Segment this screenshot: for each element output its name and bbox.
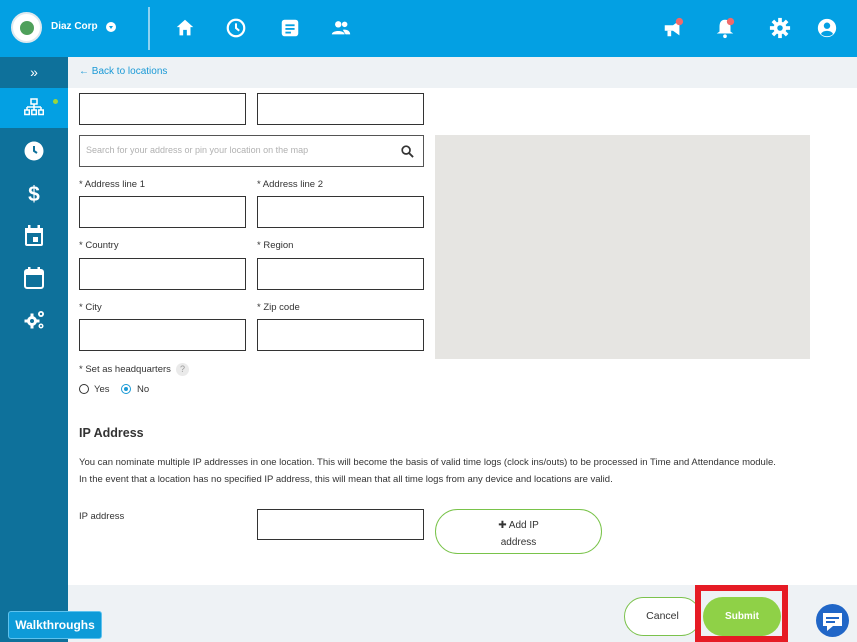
calendar-icon [25, 225, 43, 246]
document-icon[interactable] [279, 17, 301, 39]
clock-icon [24, 141, 44, 161]
country-label: * Country [79, 240, 119, 251]
add-ip-label-line-1: ✚ Add IP [498, 520, 539, 531]
location-form: Search for your address or pin your loca… [68, 88, 857, 585]
address-line-2-field[interactable] [257, 196, 424, 228]
no-label: No [137, 384, 150, 395]
address-search-input[interactable]: Search for your address or pin your loca… [79, 135, 424, 167]
headquarters-yes-radio[interactable] [79, 384, 89, 394]
city-field[interactable] [79, 319, 246, 351]
city-label: * City [79, 302, 102, 313]
back-to-locations-link[interactable]: ← Back to locations [79, 66, 167, 77]
ip-address-heading: IP Address [79, 426, 144, 440]
zip-code-field[interactable] [257, 319, 424, 351]
cancel-button[interactable]: Cancel [624, 597, 701, 636]
company-logo[interactable] [11, 12, 42, 43]
sidebar-item-schedule[interactable] [0, 257, 68, 297]
add-ip-label-line-2: address [500, 537, 537, 548]
ip-address-description: You can nominate multiple IP addresses i… [79, 457, 776, 485]
headquarters-label: * Set as headquarters [79, 364, 171, 375]
megaphone-icon[interactable] [662, 17, 684, 39]
ip-address-label: IP address [79, 511, 125, 522]
calendar-grid-icon [24, 267, 44, 289]
svg-text:$: $ [28, 183, 40, 205]
settings-icon [24, 311, 44, 329]
clock-icon[interactable] [225, 17, 247, 39]
region-field[interactable] [257, 258, 424, 290]
address-line-1-field[interactable] [79, 196, 246, 228]
search-icon[interactable] [401, 145, 414, 158]
gear-icon[interactable] [769, 17, 791, 39]
sidebar-item-settings[interactable] [0, 299, 68, 339]
org-chart-icon [24, 98, 44, 116]
walkthroughs-button[interactable]: Walkthroughs [8, 611, 102, 639]
region-label: * Region [257, 240, 294, 251]
sidebar-expand-toggle[interactable]: » [0, 57, 68, 87]
top-bar: Diaz Corp [0, 0, 857, 57]
sidebar-item-organization[interactable] [0, 88, 68, 128]
submit-highlight-box [695, 585, 788, 642]
logo-mark [20, 21, 34, 35]
subheader: ← Back to locations [68, 57, 857, 88]
chat-bubble-icon [823, 613, 842, 631]
home-icon[interactable] [174, 17, 196, 39]
company-name[interactable]: Diaz Corp [51, 21, 98, 32]
location-name-field[interactable] [79, 93, 246, 125]
chat-icon[interactable] [816, 604, 849, 637]
topbar-divider [148, 7, 150, 50]
address-line-2-label: * Address line 2 [257, 179, 324, 190]
bell-icon[interactable] [714, 17, 736, 39]
add-ip-address-button[interactable]: ✚ Add IP address [435, 509, 602, 554]
location-code-field[interactable] [257, 93, 424, 125]
ip-address-field[interactable] [257, 509, 424, 540]
company-dropdown-icon[interactable] [106, 22, 116, 32]
address-line-1-label: * Address line 1 [79, 179, 146, 190]
dollar-icon: $ [28, 183, 40, 205]
help-icon[interactable]: ? [176, 363, 189, 376]
zip-code-label: * Zip code [257, 302, 300, 313]
yes-label: Yes [94, 384, 110, 395]
headquarters-no-radio[interactable] [121, 384, 131, 394]
sidebar-item-time[interactable] [0, 131, 68, 171]
sidebar-item-payroll[interactable]: $ [0, 173, 68, 213]
location-map[interactable] [435, 135, 810, 359]
user-icon[interactable] [816, 17, 838, 39]
sidebar-status-dot [53, 99, 58, 104]
country-field[interactable] [79, 258, 246, 290]
sidebar-item-calendar[interactable] [0, 215, 68, 255]
form-footer: Cancel Submit [68, 585, 857, 642]
sidebar: » $ [0, 57, 68, 642]
people-icon[interactable] [330, 17, 352, 39]
search-placeholder: Search for your address or pin your loca… [86, 145, 309, 155]
